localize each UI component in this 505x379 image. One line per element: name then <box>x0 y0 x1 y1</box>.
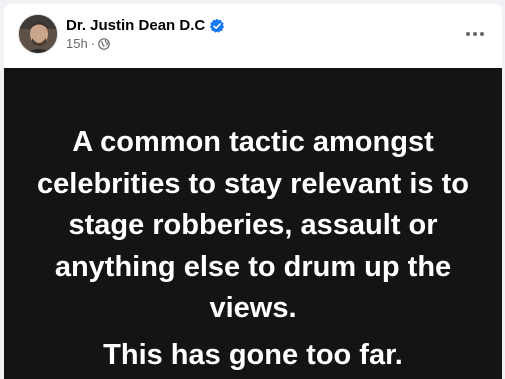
avatar-photo <box>19 15 57 53</box>
post-meta: 15h · <box>66 36 110 52</box>
author-avatar[interactable] <box>18 14 58 54</box>
more-horizontal-icon <box>466 32 470 36</box>
more-options-button[interactable] <box>460 22 490 46</box>
author-name[interactable]: Dr. Justin Dean D.C <box>66 16 205 35</box>
image-text-paragraph-2: This has gone too far. <box>103 339 403 371</box>
meta-separator: · <box>90 36 96 51</box>
globe-icon[interactable] <box>98 38 110 50</box>
post-timestamp[interactable]: 15h <box>66 36 88 52</box>
post-image[interactable]: A common tactic amongst celebrities to s… <box>4 68 502 379</box>
post-header: Dr. Justin Dean D.C 15h · <box>4 4 502 68</box>
image-text-paragraph-1: A common tactic amongst celebrities to s… <box>37 126 469 324</box>
author-line: Dr. Justin Dean D.C <box>66 16 225 35</box>
post-card: Dr. Justin Dean D.C 15h · A common tacti… <box>4 4 502 379</box>
verified-badge-icon <box>210 18 225 33</box>
